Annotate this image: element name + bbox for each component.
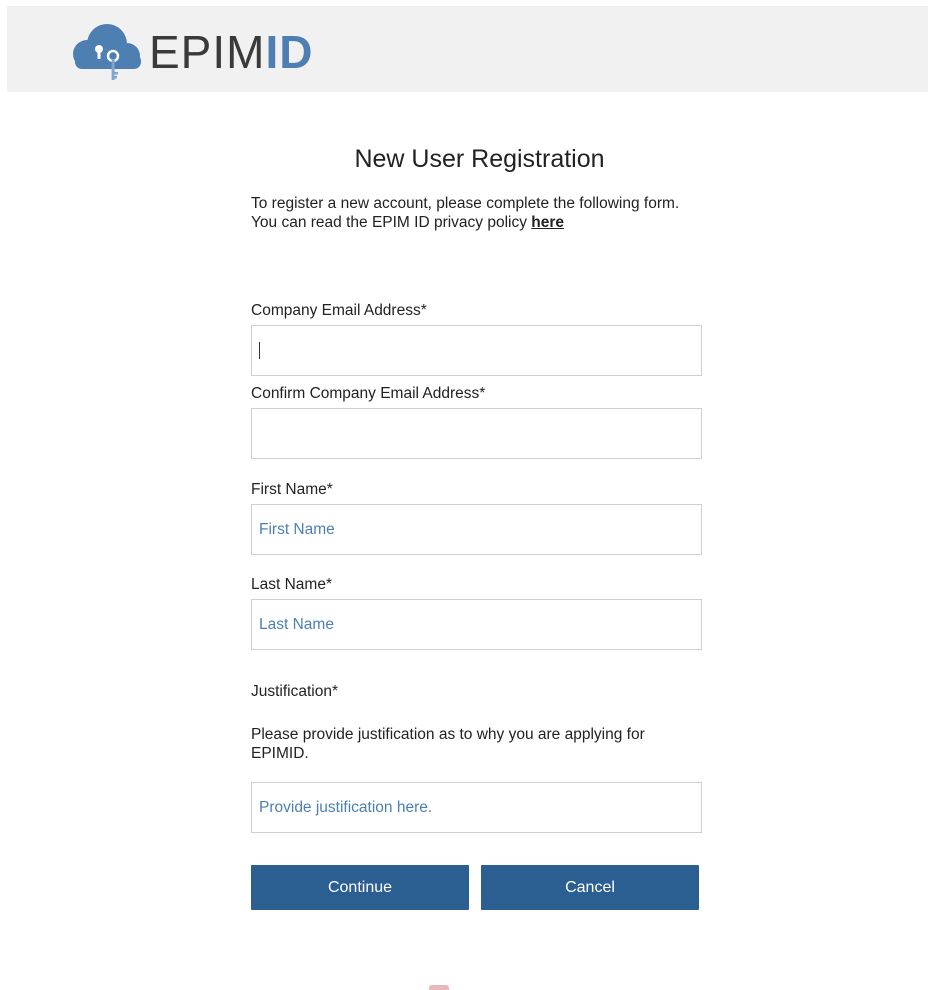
cancel-button[interactable]: Cancel [481, 865, 699, 910]
justification-label: Justification* [251, 683, 339, 700]
first-name-label: First Name* [251, 481, 333, 498]
confirm-email-field[interactable] [251, 408, 702, 459]
justification-field[interactable] [251, 782, 702, 833]
last-name-field[interactable] [251, 599, 702, 650]
email-field[interactable] [251, 325, 702, 376]
logo-text-epim: EPIM [149, 26, 266, 78]
cloud-key-icon [65, 18, 149, 86]
justification-description: Please provide justification as to why y… [251, 726, 645, 762]
email-label: Company Email Address* [251, 302, 427, 319]
text-caret [259, 342, 260, 359]
continue-button[interactable]: Continue [251, 865, 469, 910]
partial-footer-icon [429, 985, 449, 990]
last-name-label: Last Name* [251, 576, 332, 593]
first-name-field[interactable] [251, 504, 702, 555]
confirm-email-label: Confirm Company Email Address* [251, 385, 486, 402]
form-fields: Company Email Address* Confirm Company E… [251, 0, 706, 990]
email-field-wrap [251, 325, 702, 376]
